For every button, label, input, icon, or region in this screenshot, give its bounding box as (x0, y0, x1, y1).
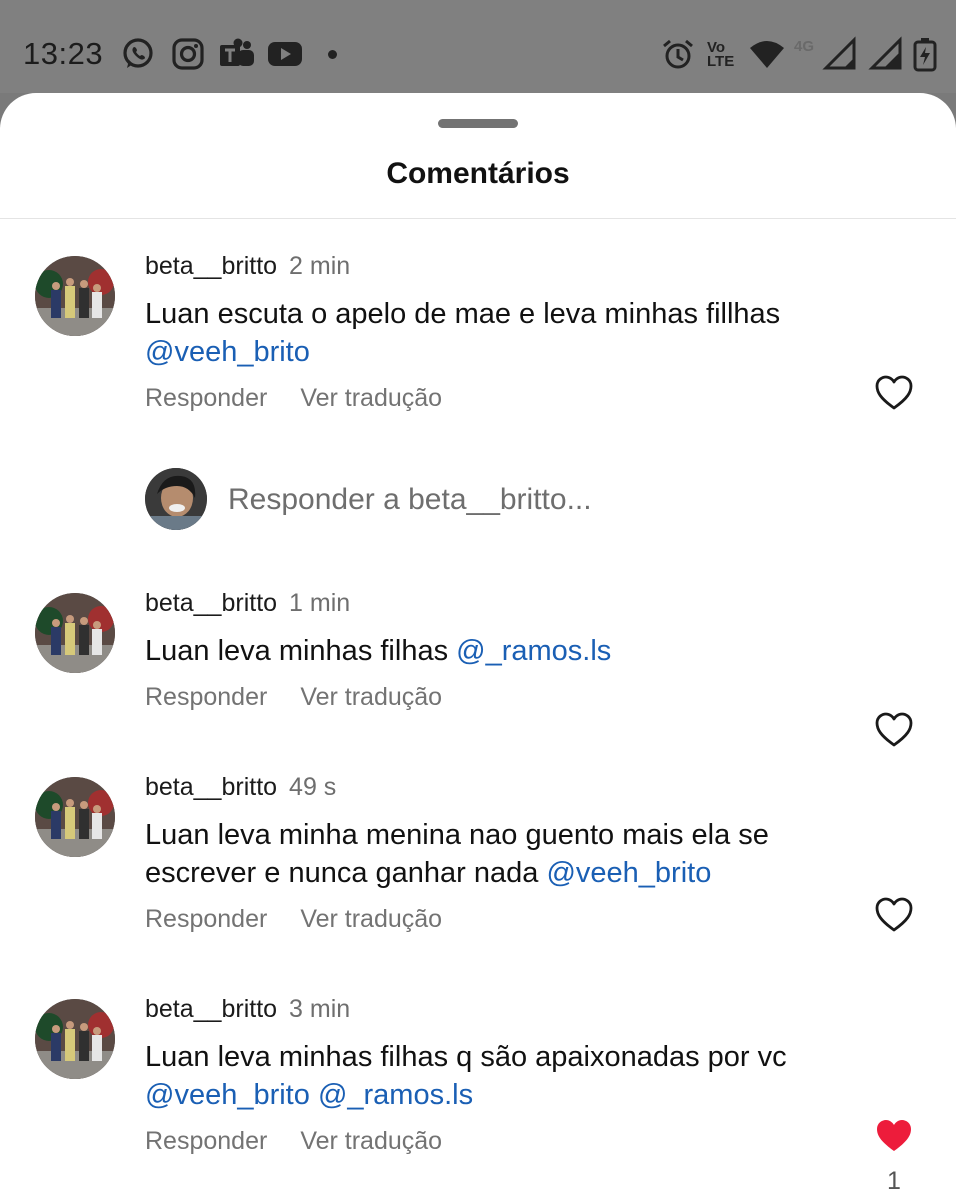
comment-actions: Responder Ver tradução (145, 1127, 442, 1156)
comment-meta: beta__britto 1 min (145, 589, 350, 618)
instagram-icon (170, 36, 206, 72)
heart-fill (877, 1120, 911, 1151)
comment-meta: beta__britto 3 min (145, 995, 350, 1024)
comment-meta: beta__britto 2 min (145, 252, 350, 281)
reply-button[interactable]: Responder (145, 905, 267, 933)
comment-text: Luan leva minhas filhas q são apaixonada… (145, 1041, 787, 1111)
translate-button[interactable]: Ver tradução (300, 384, 442, 412)
wifi-icon (748, 36, 786, 72)
heart-filled-icon[interactable] (874, 1116, 914, 1156)
teams-icon (218, 36, 256, 72)
reply-input[interactable] (228, 480, 848, 520)
volte-icon: Vo LTE (707, 39, 735, 70)
avatar[interactable] (35, 593, 115, 673)
sheet-title: Comentários (386, 157, 570, 190)
reply-button[interactable]: Responder (145, 1127, 267, 1155)
translate-button[interactable]: Ver tradução (300, 1127, 442, 1155)
comment-time: 2 min (289, 252, 351, 280)
youtube-icon (266, 36, 304, 72)
signal-4g-icon (822, 36, 858, 72)
mention-link[interactable]: @veeh_brito (145, 336, 310, 368)
comment-actions: Responder Ver tradução (145, 905, 442, 934)
comment-time: 1 min (289, 589, 351, 617)
status-time: 13:23 (23, 36, 104, 71)
comment-time: 3 min (289, 995, 351, 1023)
mention-link[interactable]: @veeh_brito (145, 1079, 310, 1111)
notification-dot (328, 50, 337, 59)
heart-icon[interactable] (874, 710, 914, 750)
comment-username[interactable]: beta__britto (145, 589, 277, 617)
comment-actions: Responder Ver tradução (145, 683, 442, 712)
comment-username[interactable]: beta__britto (145, 252, 277, 280)
signal-icon (868, 36, 904, 72)
reply-button[interactable]: Responder (145, 683, 267, 711)
current-user-avatar (145, 468, 207, 530)
like-count: 1 (887, 1167, 901, 1195)
mention-link[interactable]: @veeh_brito (546, 857, 711, 889)
mention-link[interactable]: @_ramos.ls (456, 635, 611, 667)
translate-button[interactable]: Ver tradução (300, 683, 442, 711)
reply-button[interactable]: Responder (145, 384, 267, 412)
battery-icon (912, 36, 938, 72)
comment-text: Luan leva minha menina nao guento mais e… (145, 819, 769, 889)
avatar[interactable] (35, 256, 115, 336)
whatsapp-icon (120, 36, 156, 72)
comments-sheet: Comentários beta__britto 2 min Luan escut… (0, 93, 956, 1200)
comment-text: Luan leva minhas filhas @_ramos.ls (145, 635, 612, 667)
comment-text: Luan escuta o apelo de mae e leva minhas… (145, 298, 781, 368)
comment-time: 49 s (289, 773, 337, 801)
comment-username[interactable]: beta__britto (145, 995, 277, 1023)
comment-meta: beta__britto 49 s (145, 773, 336, 802)
comment-actions: Responder Ver tradução (145, 384, 442, 413)
comment-username[interactable]: beta__britto (145, 773, 277, 801)
avatar[interactable] (35, 999, 115, 1079)
translate-button[interactable]: Ver tradução (300, 905, 442, 933)
network-type-label: 4G (794, 38, 815, 55)
avatar[interactable] (35, 777, 115, 857)
status-bar: 13:23 Vo LTE 4G (0, 0, 956, 93)
mention-link[interactable]: @_ramos.ls (318, 1079, 473, 1111)
drag-handle[interactable] (438, 119, 518, 128)
heart-icon[interactable] (874, 895, 914, 935)
alarm-icon (660, 36, 696, 72)
divider (0, 218, 956, 219)
heart-icon[interactable] (874, 373, 914, 413)
